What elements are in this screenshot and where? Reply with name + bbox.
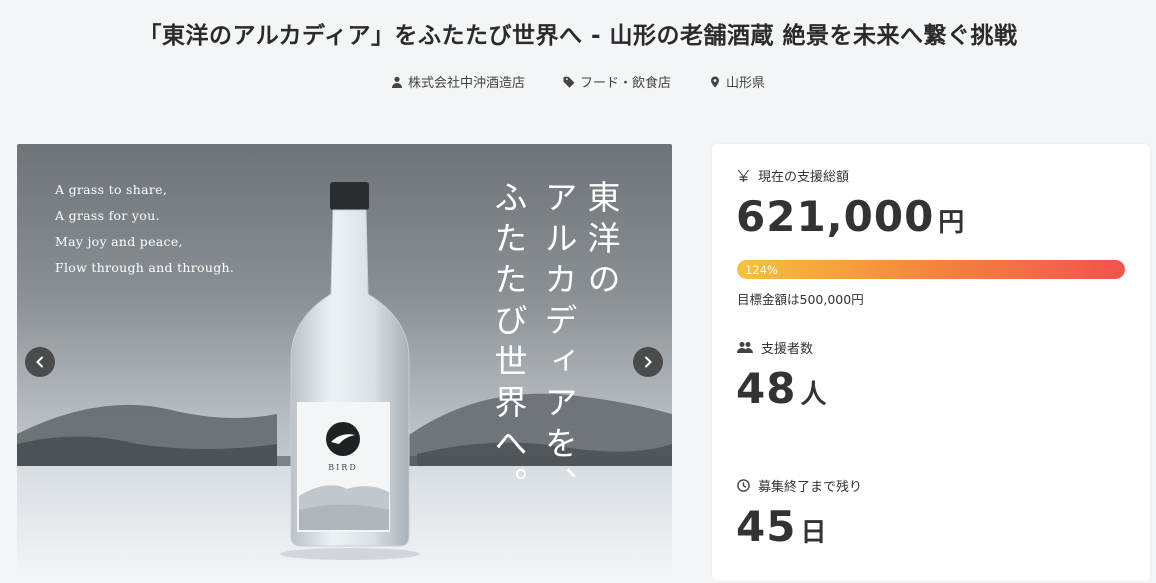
total-funding-label-text: 現在の支援総額 [758,170,850,185]
owner-name: 株式会社中沖酒造店 [407,76,525,91]
map-pin-icon [711,76,719,87]
total-funding-value: 621,000 [736,192,935,241]
yen-icon [737,170,750,182]
vertical-copy-line: アルカディアを、 [539,180,578,508]
users-icon [737,342,753,353]
carousel-prev-button[interactable] [25,347,55,377]
total-funding-unit: 円 [938,208,965,238]
remaining-label: 募集終了まで残り [737,476,862,495]
project-meta: 株式会社中沖酒造店 フード・飲食店 山形県 [0,72,1156,91]
supporters-unit: 人 [800,380,827,410]
goal-amount: 目標金額は500,000円 [737,292,864,307]
poem-line: A grass to share, [55,182,168,197]
vertical-copy-line: 東洋の [582,180,621,303]
user-icon [391,76,402,88]
vertical-copy-line: ふたたび世界へ。 [489,180,528,508]
total-funding-amount: 621,000 円 [736,192,964,241]
owner-meta[interactable]: 株式会社中沖酒造店 [391,72,525,91]
carousel-next-button[interactable] [633,347,663,377]
funding-stats-card: 現在の支援総額 621,000 円 124% 目標金額は500,000円 支援者数… [712,144,1150,581]
supporters-value: 48 [736,364,797,413]
supporters-label-text: 支援者数 [761,342,814,357]
category-name: フード・飲食店 [579,76,671,91]
remaining-value: 45 [736,502,797,551]
tag-icon [563,76,575,88]
page-title: 「東洋のアルカディア」をふたたび世界へ - 山形の老舗酒蔵 絶景を未来へ繋ぐ挑戦 [138,23,1018,49]
remaining-days: 45 日 [736,502,826,551]
poem-line: May joy and peace, [55,234,183,249]
remaining-unit: 日 [800,518,827,548]
hero-carousel[interactable]: BIRD A grass to share, A grass for you. … [17,144,672,582]
chevron-left-icon [36,356,43,368]
location-meta[interactable]: 山形県 [709,72,765,91]
location-name: 山形県 [726,76,766,91]
progress-bar: 124% [737,260,1125,279]
bottle-label-text: BIRD [328,463,357,472]
remaining-label-text: 募集終了まで残り [758,480,863,495]
chevron-right-icon [645,356,652,368]
progress-bar-fill: 124% [737,260,1125,279]
poem-line: A grass for you. [55,208,160,223]
clock-icon [737,479,750,492]
progress-percent: 124% [745,262,778,277]
category-meta[interactable]: フード・飲食店 [563,72,671,91]
supporters-count: 48 人 [736,364,826,413]
hero-poem: A grass to share, A grass for you. May j… [55,177,234,281]
total-funding-label: 現在の支援総額 [737,166,849,185]
supporters-label: 支援者数 [737,338,813,357]
poem-line: Flow through and through. [55,260,235,275]
